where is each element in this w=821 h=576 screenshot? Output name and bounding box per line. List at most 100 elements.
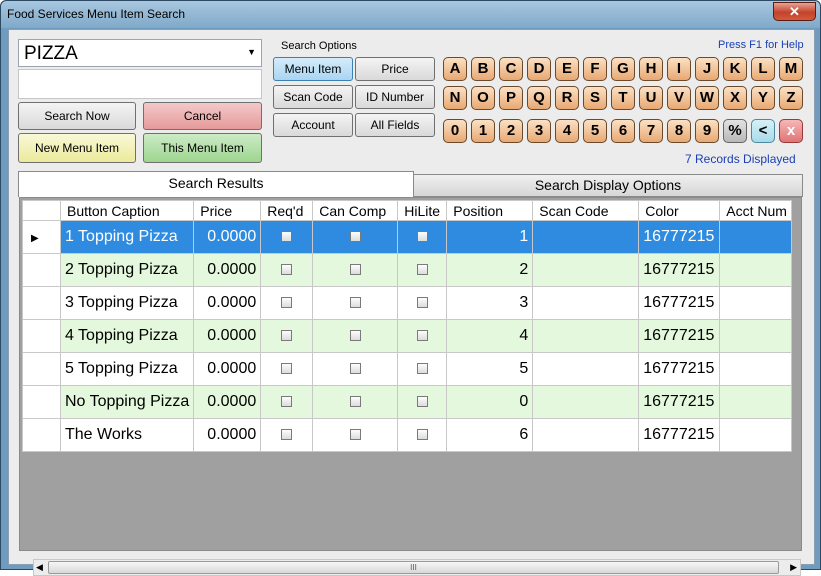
option-scan-code-button[interactable]: Scan Code xyxy=(273,85,353,109)
table-row[interactable]: ▶ 1 Topping Pizza 0.0000 1 16777215 xyxy=(22,220,793,254)
key-8[interactable]: 8 xyxy=(667,119,691,143)
cell-can-comp[interactable] xyxy=(312,385,399,419)
key-h[interactable]: H xyxy=(639,57,663,81)
can-comp-checkbox[interactable] xyxy=(349,330,361,342)
search-now-button[interactable]: Search Now xyxy=(18,102,136,130)
option-all-fields-button[interactable]: All Fields xyxy=(355,113,435,137)
key-b[interactable]: B xyxy=(471,57,495,81)
cell-reqd[interactable] xyxy=(260,220,314,254)
reqd-checkbox[interactable] xyxy=(281,297,293,309)
key-q[interactable]: Q xyxy=(527,86,551,110)
key-u[interactable]: U xyxy=(639,86,663,110)
column-header[interactable]: HiLite xyxy=(397,200,448,221)
column-header[interactable]: Can Comp xyxy=(312,200,399,221)
reqd-checkbox[interactable] xyxy=(281,429,293,441)
cell-hilite[interactable] xyxy=(397,319,448,353)
cell-position[interactable]: 6 xyxy=(446,418,534,452)
row-header[interactable] xyxy=(22,385,61,419)
reqd-checkbox[interactable] xyxy=(281,264,293,276)
cell-price[interactable]: 0.0000 xyxy=(193,418,262,452)
column-header[interactable]: Req'd xyxy=(260,200,314,221)
cell-color[interactable]: 16777215 xyxy=(638,220,721,254)
key-9[interactable]: 9 xyxy=(695,119,719,143)
cell-hilite[interactable] xyxy=(397,253,448,287)
cell-hilite[interactable] xyxy=(397,352,448,386)
cell-can-comp[interactable] xyxy=(312,352,399,386)
cell-color[interactable]: 16777215 xyxy=(638,385,721,419)
key-m[interactable]: M xyxy=(779,57,803,81)
key-e[interactable]: E xyxy=(555,57,579,81)
reqd-checkbox[interactable] xyxy=(281,363,293,375)
can-comp-checkbox[interactable] xyxy=(349,363,361,375)
this-menu-item-button[interactable]: This Menu Item xyxy=(143,133,262,163)
cell-price[interactable]: 0.0000 xyxy=(193,352,262,386)
key-v[interactable]: V xyxy=(667,86,691,110)
cell-hilite[interactable] xyxy=(397,418,448,452)
key-d[interactable]: D xyxy=(527,57,551,81)
column-header[interactable]: Button Caption xyxy=(59,200,195,221)
reqd-checkbox[interactable] xyxy=(281,231,293,243)
cell-scan-code[interactable] xyxy=(532,319,640,353)
can-comp-checkbox[interactable] xyxy=(349,396,361,408)
table-row[interactable]: 5 Topping Pizza 0.0000 5 16777215 xyxy=(22,352,793,386)
key-t[interactable]: T xyxy=(611,86,635,110)
cell-can-comp[interactable] xyxy=(312,319,399,353)
tab-search-results[interactable]: Search Results xyxy=(18,171,414,197)
cancel-button[interactable]: Cancel xyxy=(143,102,262,130)
key-j[interactable]: J xyxy=(695,57,719,81)
cell-can-comp[interactable] xyxy=(312,418,399,452)
cell-price[interactable]: 0.0000 xyxy=(193,286,262,320)
key-z[interactable]: Z xyxy=(779,86,803,110)
cell-scan-code[interactable] xyxy=(532,286,640,320)
cell-acct-num[interactable] xyxy=(719,352,793,386)
cell-hilite[interactable] xyxy=(397,286,448,320)
cell-caption[interactable]: No Topping Pizza xyxy=(59,385,195,419)
cell-caption[interactable]: 1 Topping Pizza xyxy=(59,220,195,254)
hilite-checkbox[interactable] xyxy=(416,264,428,276)
key-3[interactable]: 3 xyxy=(527,119,551,143)
cell-price[interactable]: 0.0000 xyxy=(193,319,262,353)
cell-scan-code[interactable] xyxy=(532,385,640,419)
cell-caption[interactable]: 4 Topping Pizza xyxy=(59,319,195,353)
key-percent[interactable]: % xyxy=(723,119,747,143)
cell-acct-num[interactable] xyxy=(719,286,793,320)
hilite-checkbox[interactable] xyxy=(416,396,428,408)
key-1[interactable]: 1 xyxy=(471,119,495,143)
key-i[interactable]: I xyxy=(667,57,691,81)
row-header[interactable] xyxy=(22,418,61,452)
column-header[interactable]: Color xyxy=(638,200,721,221)
row-header[interactable] xyxy=(22,253,61,287)
cell-position[interactable]: 4 xyxy=(446,319,534,353)
hilite-checkbox[interactable] xyxy=(416,330,428,342)
key-y[interactable]: Y xyxy=(751,86,775,110)
column-header[interactable]: Price xyxy=(193,200,262,221)
cell-caption[interactable]: 2 Topping Pizza xyxy=(59,253,195,287)
key-5[interactable]: 5 xyxy=(583,119,607,143)
cell-acct-num[interactable] xyxy=(719,385,793,419)
column-header[interactable]: Acct Num xyxy=(719,200,793,221)
cell-hilite[interactable] xyxy=(397,385,448,419)
key-x[interactable]: X xyxy=(723,86,747,110)
key-clear[interactable]: x xyxy=(779,119,803,143)
cell-color[interactable]: 16777215 xyxy=(638,418,721,452)
key-r[interactable]: R xyxy=(555,86,579,110)
cell-price[interactable]: 0.0000 xyxy=(193,385,262,419)
key-l[interactable]: L xyxy=(751,57,775,81)
cell-reqd[interactable] xyxy=(260,253,314,287)
key-2[interactable]: 2 xyxy=(499,119,523,143)
cell-acct-num[interactable] xyxy=(719,220,793,254)
reqd-checkbox[interactable] xyxy=(281,396,293,408)
key-backspace[interactable]: < xyxy=(751,119,775,143)
cell-reqd[interactable] xyxy=(260,385,314,419)
cell-position[interactable]: 0 xyxy=(446,385,534,419)
tab-search-display-options[interactable]: Search Display Options xyxy=(413,174,803,197)
table-row[interactable]: No Topping Pizza 0.0000 0 16777215 xyxy=(22,385,793,419)
key-6[interactable]: 6 xyxy=(611,119,635,143)
reqd-checkbox[interactable] xyxy=(281,330,293,342)
cell-color[interactable]: 16777215 xyxy=(638,253,721,287)
window-close-button[interactable]: ✕ xyxy=(773,2,816,21)
table-row[interactable]: 3 Topping Pizza 0.0000 3 16777215 xyxy=(22,286,793,320)
cell-can-comp[interactable] xyxy=(312,220,399,254)
cell-acct-num[interactable] xyxy=(719,319,793,353)
cell-position[interactable]: 1 xyxy=(446,220,534,254)
